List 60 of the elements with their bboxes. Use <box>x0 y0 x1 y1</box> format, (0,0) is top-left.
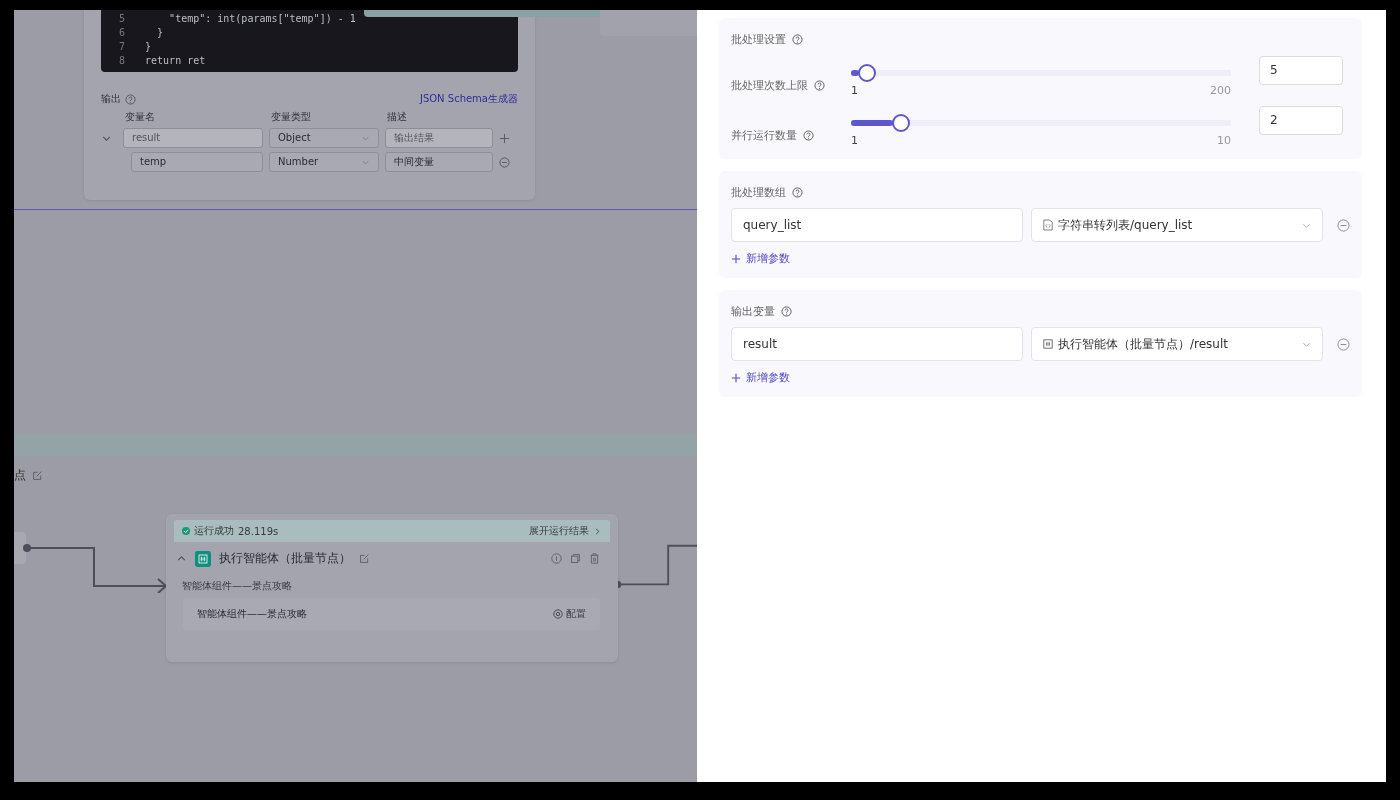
edit-icon[interactable] <box>32 470 43 481</box>
add-icon[interactable] <box>499 132 510 144</box>
node-title: 点 <box>14 467 26 484</box>
description-field[interactable]: 中间变量 <box>385 152 493 172</box>
json-schema-link[interactable]: JSON Schema生成器 <box>419 92 518 106</box>
column-header: 变量名 <box>124 110 156 124</box>
code-line: "temp": int(params["temp"]) - 1 <box>168 12 356 26</box>
number-input[interactable]: 2 <box>1259 106 1343 135</box>
copy-icon[interactable] <box>570 553 581 564</box>
node-title: 执行智能体（批量节点） <box>219 550 351 567</box>
gear-icon <box>553 609 563 619</box>
type-select[interactable]: Number <box>269 152 379 172</box>
success-icon <box>182 527 190 535</box>
code-file-icon <box>1043 219 1053 231</box>
node-type-icon <box>195 550 211 567</box>
column-header: 变量类型 <box>270 110 312 124</box>
slider-max: 10 <box>1217 134 1231 147</box>
number-input[interactable]: 5 <box>1259 56 1343 85</box>
output-label: 输出 <box>101 92 121 106</box>
add-parameter-button[interactable]: 新增参数 <box>731 251 790 266</box>
code-line: } <box>144 40 152 54</box>
section-title: 批处理设置 <box>731 32 786 47</box>
variable-name-field[interactable]: temp <box>131 152 263 172</box>
info-icon[interactable] <box>551 553 562 564</box>
line-number: 5 <box>117 12 125 26</box>
chevron-icon[interactable] <box>593 526 602 536</box>
run-time: 28.119s <box>238 525 279 537</box>
add-parameter-button[interactable]: 新增参数 <box>731 370 790 385</box>
node-description: 智能体组件——景点攻略 <box>182 579 293 593</box>
slider-max: 200 <box>1210 84 1231 97</box>
status-text: 运行成功 <box>194 524 234 538</box>
node-type-icon <box>1043 338 1053 350</box>
parameter-name-field[interactable]: result <box>731 327 1023 361</box>
remove-icon[interactable] <box>1337 218 1350 232</box>
section-title: 输出变量 <box>731 304 775 319</box>
code-line: return ret <box>144 54 206 68</box>
setting-label: 批处理次数上限 <box>731 78 808 93</box>
code-line: } <box>156 26 164 40</box>
slider-handle[interactable] <box>857 64 876 82</box>
slider-min: 1 <box>851 84 858 97</box>
line-number: 7 <box>117 40 125 54</box>
line-number: 6 <box>117 26 125 40</box>
column-header: 描述 <box>386 110 408 124</box>
delete-icon[interactable] <box>589 553 600 564</box>
line-number: 8 <box>117 54 125 68</box>
plus-icon <box>731 372 741 383</box>
parameter-name-field[interactable]: query_list <box>731 208 1023 242</box>
expand-results-link[interactable]: 展开运行结果 <box>529 524 589 538</box>
plus-icon <box>731 253 741 264</box>
source-select[interactable]: 字符串转列表/query_list <box>1031 208 1323 242</box>
source-select[interactable]: 执行智能体（批量节点）/result <box>1031 327 1323 361</box>
section-title: 批处理数组 <box>731 185 786 200</box>
setting-label: 并行运行数量 <box>731 128 797 143</box>
slider-min: 1 <box>851 134 858 147</box>
configure-button[interactable]: 配置 <box>553 607 586 621</box>
remove-icon[interactable] <box>499 156 510 168</box>
slider-handle[interactable] <box>891 114 910 132</box>
edit-icon[interactable] <box>359 553 370 564</box>
component-name: 智能体组件——景点攻略 <box>197 607 307 621</box>
remove-icon[interactable] <box>1337 337 1350 351</box>
